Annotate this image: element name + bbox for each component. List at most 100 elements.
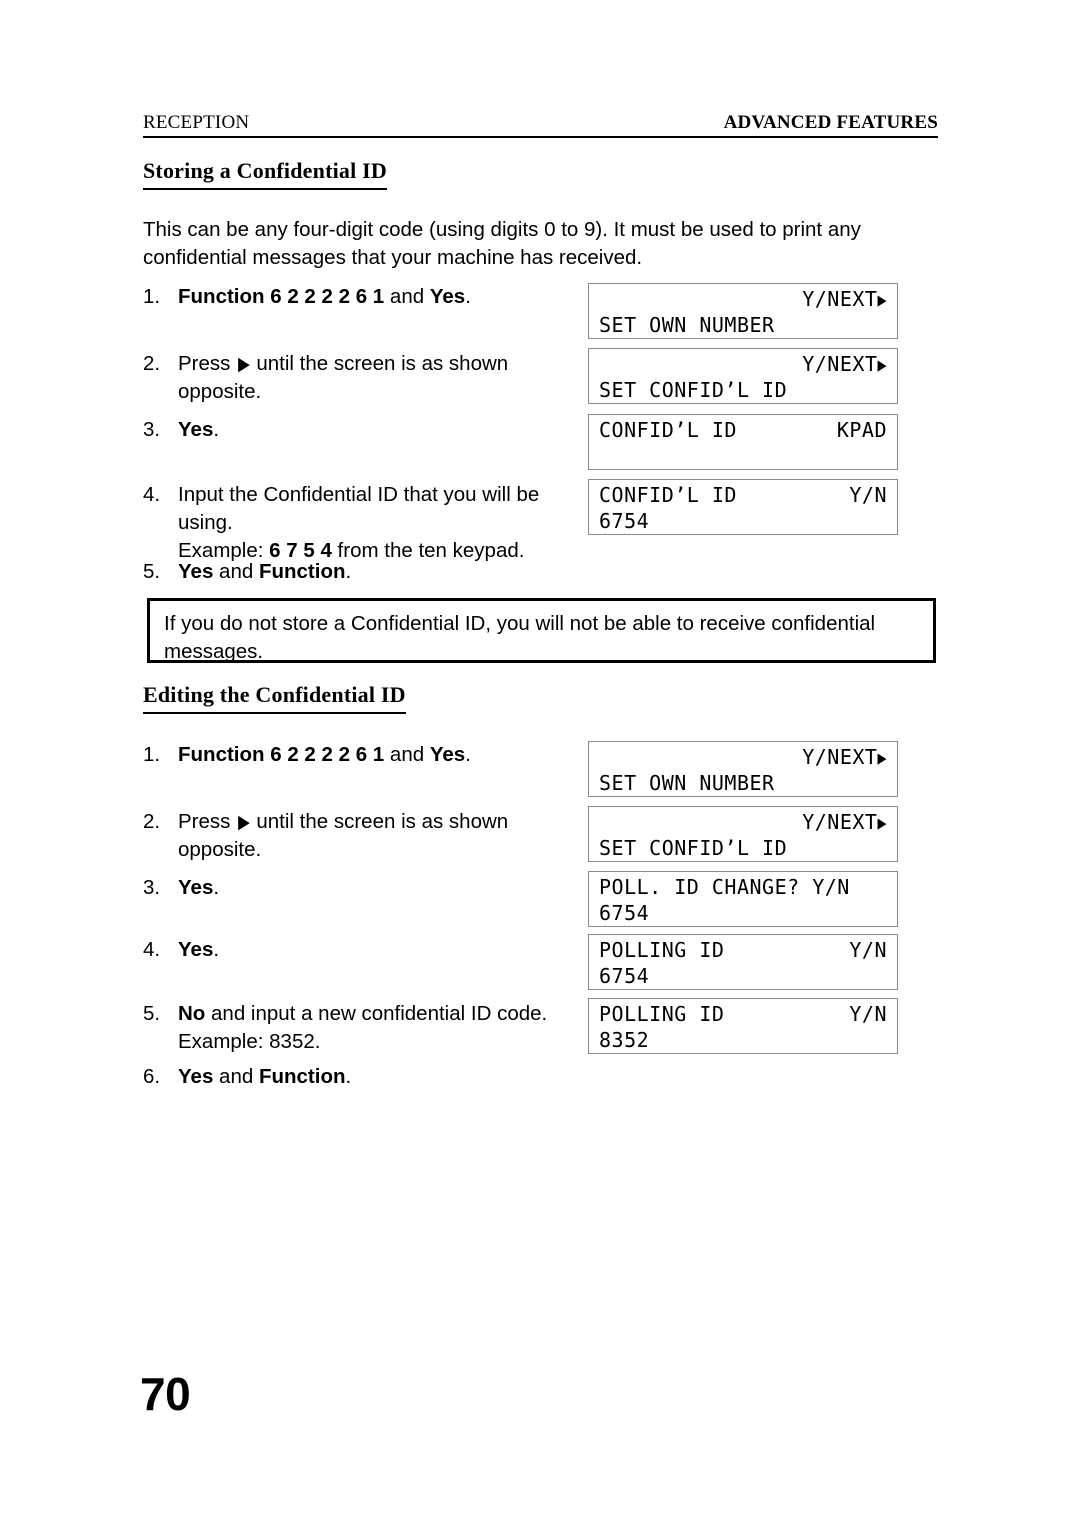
lcd-line2-left: 6754 bbox=[599, 901, 650, 925]
lcd-display-panel: Y/NEXT▶ SET CONFID’L ID bbox=[588, 806, 898, 862]
section-heading-editing-confidential-id: Editing the Confidential ID bbox=[143, 682, 406, 714]
step-keyword-function: Function 6 2 2 2 2 6 1 bbox=[178, 743, 385, 766]
step-prefix: Press bbox=[178, 810, 237, 833]
step-text: Yes and Function. bbox=[178, 558, 573, 586]
lcd-line1-right: Y/N bbox=[849, 938, 887, 962]
note-box: If you do not store a Confidential ID, y… bbox=[147, 598, 936, 663]
lcd-line1-left: POLL. ID CHANGE? Y/N bbox=[599, 875, 850, 899]
lcd-line1-right: Y/N bbox=[849, 1002, 887, 1026]
intro-paragraph: This can be any four-digit code (using d… bbox=[143, 218, 861, 269]
lcd-line-2: SET CONFID’L ID bbox=[599, 378, 887, 403]
lcd-line2-left: SET OWN NUMBER bbox=[599, 771, 775, 795]
step-text: Function 6 2 2 2 2 6 1 and Yes. bbox=[178, 741, 573, 769]
step-connector: and bbox=[384, 743, 430, 766]
step-number: 1. bbox=[143, 743, 161, 766]
lcd-line2-left: SET OWN NUMBER bbox=[599, 313, 775, 337]
right-arrow-icon: ▶ bbox=[238, 353, 250, 376]
lcd-line1-left: CONFID’L ID bbox=[599, 483, 737, 507]
step-text: Input the Confidential ID that you will … bbox=[178, 481, 573, 565]
step-main-text: Input the Confidential ID that you will … bbox=[178, 483, 540, 534]
lcd-line1-right: Y/NEXT▶ bbox=[802, 287, 887, 313]
step-number: 4. bbox=[143, 483, 161, 506]
right-arrow-icon: ▶ bbox=[877, 811, 887, 835]
step-period: . bbox=[345, 1065, 352, 1088]
lcd-line-1: Y/NEXT▶ bbox=[599, 287, 887, 313]
lcd-line1-right: Y/NEXT▶ bbox=[802, 745, 887, 771]
step-item: 2. Press ▶ until the screen is as shown … bbox=[143, 350, 568, 406]
step-text: Yes and Function. bbox=[178, 1063, 573, 1091]
step-period: . bbox=[213, 418, 220, 441]
right-arrow-icon: ▶ bbox=[877, 746, 887, 770]
step-number: 4. bbox=[143, 938, 161, 961]
lcd-line-2: SET OWN NUMBER bbox=[599, 771, 887, 796]
step-number: 3. bbox=[143, 418, 161, 441]
lcd-line-1: POLL. ID CHANGE? Y/N bbox=[599, 875, 887, 901]
header-chapter-label: RECEPTION bbox=[143, 112, 250, 133]
step-connector: and bbox=[384, 285, 430, 308]
step-keyword-function: Function bbox=[258, 1065, 346, 1088]
lcd-line2-left: 6754 bbox=[599, 964, 650, 988]
header-section-label: ADVANCED FEATURES bbox=[723, 112, 938, 133]
step-text: Press ▶ until the screen is as shown opp… bbox=[178, 808, 568, 864]
step-item: 5. Yes and Function. bbox=[143, 558, 573, 586]
step-item: 4. Input the Confidential ID that you wi… bbox=[143, 481, 573, 565]
lcd-line2-left: 6754 bbox=[599, 509, 650, 533]
step-item: 2. Press ▶ until the screen is as shown … bbox=[143, 808, 568, 864]
lcd-line-2 bbox=[599, 444, 887, 469]
step-period: . bbox=[213, 938, 220, 961]
lcd-display-panel: Y/NEXT▶ SET OWN NUMBER bbox=[588, 741, 898, 797]
step-number: 5. bbox=[143, 560, 161, 583]
lcd-line1-left: POLLING ID bbox=[599, 1002, 725, 1026]
lcd-line-1: CONFID’L ID KPAD bbox=[599, 418, 887, 444]
right-arrow-icon: ▶ bbox=[238, 811, 250, 834]
step-item: 3. Yes. bbox=[143, 874, 573, 902]
step-keyword-function: Function 6 2 2 2 2 6 1 bbox=[178, 285, 385, 308]
step-keyword-function: Function bbox=[258, 560, 346, 583]
step-text: Yes. bbox=[178, 416, 573, 444]
lcd-display-panel: POLL. ID CHANGE? Y/N 6754 bbox=[588, 871, 898, 927]
lcd-line-1: Y/NEXT▶ bbox=[599, 745, 887, 771]
step-text: Press ▶ until the screen is as shown opp… bbox=[178, 350, 568, 406]
step-item: 5. No and input a new confidential ID co… bbox=[143, 1000, 573, 1056]
lcd-line1-left: POLLING ID bbox=[599, 938, 725, 962]
step-text: Function 6 2 2 2 2 6 1 and Yes. bbox=[178, 283, 573, 311]
step-period: . bbox=[465, 743, 471, 766]
lcd-line2-left: 8352 bbox=[599, 1028, 650, 1052]
lcd-line-2: 8352 bbox=[599, 1028, 887, 1053]
lcd-line-1: Y/NEXT▶ bbox=[599, 352, 887, 378]
header-rule bbox=[143, 136, 938, 138]
lcd-display-panel: Y/NEXT▶ SET CONFID’L ID bbox=[588, 348, 898, 404]
step-number: 5. bbox=[143, 1002, 161, 1025]
step-period: . bbox=[465, 285, 471, 308]
document-page: RECEPTION ADVANCED FEATURES Storing a Co… bbox=[0, 0, 1080, 1528]
lcd-line1-left: CONFID’L ID bbox=[599, 418, 737, 442]
step-keyword-yes: Yes bbox=[429, 743, 466, 766]
step-item: 6. Yes and Function. bbox=[143, 1063, 573, 1091]
step-number: 3. bbox=[143, 876, 161, 899]
step-connector: and bbox=[213, 1065, 259, 1088]
note-text: If you do not store a Confidential ID, y… bbox=[164, 612, 876, 663]
step-number: 6. bbox=[143, 1065, 161, 1088]
lcd-line-1: CONFID’L ID Y/N bbox=[599, 483, 887, 509]
step-number: 2. bbox=[143, 810, 161, 833]
lcd-line-1: POLLING ID Y/N bbox=[599, 1002, 887, 1028]
step-keyword-yes: Yes bbox=[429, 285, 466, 308]
step-period: . bbox=[345, 560, 352, 583]
lcd-line1-right: Y/NEXT▶ bbox=[802, 352, 887, 378]
lcd-line1-right-text: Y/NEXT bbox=[802, 287, 878, 311]
step-text: No and input a new confidential ID code.… bbox=[178, 1000, 573, 1056]
step-keyword-yes: Yes bbox=[178, 560, 214, 583]
lcd-line1-right-text: Y/NEXT bbox=[802, 745, 878, 769]
step-keyword-yes: Yes bbox=[178, 418, 214, 441]
step-main-text: and input a new confidential ID code. bbox=[205, 1002, 548, 1025]
lcd-line-2: 6754 bbox=[599, 509, 887, 534]
lcd-line-1: Y/NEXT▶ bbox=[599, 810, 887, 836]
step-period: . bbox=[213, 876, 220, 899]
step-text: Yes. bbox=[178, 874, 573, 902]
step-item: 3. Yes. bbox=[143, 416, 573, 444]
step-keyword-yes: Yes bbox=[178, 876, 214, 899]
right-arrow-icon: ▶ bbox=[877, 288, 887, 312]
lcd-display-panel: CONFID’L ID Y/N 6754 bbox=[588, 479, 898, 535]
step-item: 1. Function 6 2 2 2 2 6 1 and Yes. bbox=[143, 741, 573, 769]
step-prefix: Press bbox=[178, 352, 237, 375]
